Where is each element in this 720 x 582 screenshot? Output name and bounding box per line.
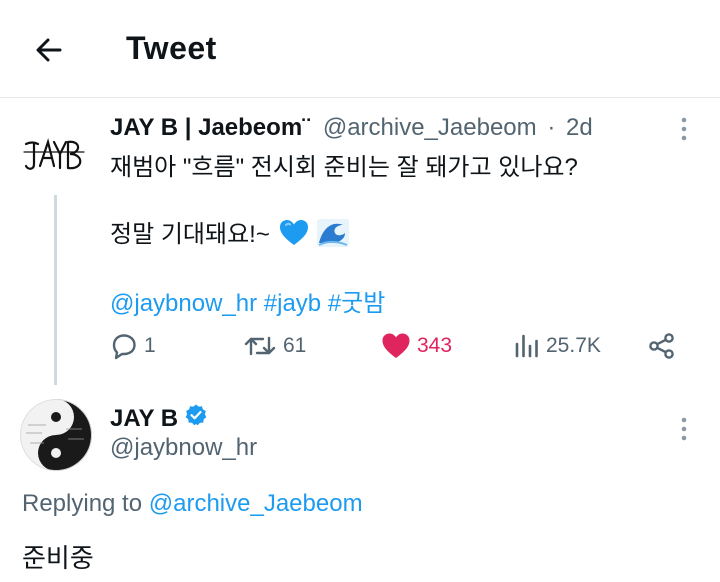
more-vertical-icon (681, 417, 687, 441)
tweet-text-line-2: 정말 기대돼요!~ (110, 214, 350, 254)
verified-badge-icon (184, 403, 208, 434)
page-title: Tweet (126, 30, 217, 66)
tweet-tags: @jaybnow_hr #jayb #굿밤 (110, 283, 385, 318)
views-button[interactable]: 25.7K (514, 330, 601, 362)
yin-yang-avatar-icon (20, 399, 92, 471)
share-icon (649, 333, 674, 359)
more-options-button[interactable] (674, 416, 694, 442)
water-wave-icon (317, 219, 350, 254)
hashtag-link[interactable]: #굿밤 (328, 290, 386, 317)
timestamp[interactable]: 2d (566, 114, 593, 141)
tweet-text-line-2-text: 정말 기대돼요!~ (110, 221, 270, 248)
mention-link[interactable]: @jaybnow_hr (110, 290, 257, 317)
like-button[interactable]: 343 (381, 330, 452, 362)
avatar[interactable] (20, 130, 90, 180)
more-vertical-icon (681, 117, 687, 141)
reply-text: 준비중 (22, 543, 94, 573)
thread-line (54, 195, 57, 385)
avatar[interactable] (20, 399, 92, 471)
display-name-text: JAY B (110, 404, 179, 432)
retweet-count: 61 (283, 334, 307, 357)
bar-chart-icon (515, 334, 538, 358)
retweet-icon (244, 336, 276, 356)
replying-prefix: Replying to (22, 490, 143, 517)
like-count: 343 (417, 334, 453, 357)
share-button[interactable] (648, 330, 682, 362)
tweet-text-line-1: 재범아 "흐름" 전시회 준비는 잘 돼가고 있나요? (110, 154, 578, 181)
more-options-button[interactable] (674, 116, 694, 142)
separator: · (547, 114, 556, 141)
views-count: 25.7K (546, 334, 601, 357)
blue-heart-icon (279, 219, 309, 254)
replying-mention-link[interactable]: @archive_Jaebeom (149, 490, 363, 517)
tweet-header: JAY B | Jaebeom¨ @archive_Jaebeom · 2d (110, 114, 593, 142)
replying-to-line: Replying to @archive_Jaebeom (22, 490, 363, 518)
arrow-left-icon (36, 38, 62, 62)
retweet-button[interactable]: 61 (243, 330, 306, 362)
reply-count: 1 (144, 334, 156, 357)
back-button[interactable] (30, 30, 70, 70)
heart-filled-icon (382, 333, 410, 358)
jayb-logo-icon (23, 138, 85, 170)
hashtag-link[interactable]: #jayb (264, 290, 321, 317)
reply-button[interactable]: 1 (110, 330, 156, 362)
app-header: Tweet (0, 0, 720, 98)
display-name[interactable]: JAY B (110, 403, 208, 434)
reply-icon (112, 334, 136, 360)
display-name[interactable]: JAY B | Jaebeom¨ (110, 114, 310, 141)
user-handle[interactable]: @jaybnow_hr (110, 434, 257, 462)
user-handle[interactable]: @archive_Jaebeom (323, 114, 537, 141)
